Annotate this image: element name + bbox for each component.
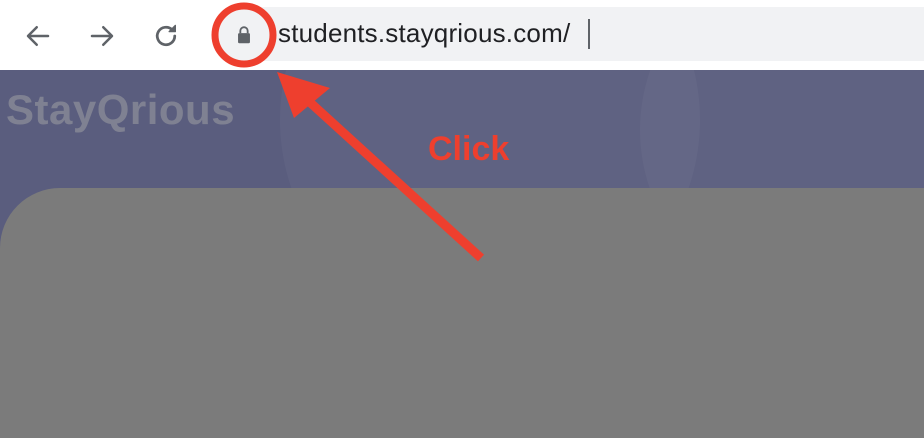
- page-content: StayQrious: [0, 70, 924, 438]
- reload-icon: [155, 24, 177, 47]
- content-card: [0, 188, 924, 438]
- site-info-button[interactable]: [229, 20, 259, 50]
- reload-button[interactable]: [144, 14, 188, 58]
- url-text[interactable]: students.stayqrious.com/: [278, 13, 570, 53]
- browser-toolbar: students.stayqrious.com/: [0, 0, 924, 70]
- back-button[interactable]: [16, 14, 60, 58]
- text-caret: [588, 19, 590, 49]
- stayqrious-logo: StayQrious: [6, 86, 236, 133]
- arrow-right-icon: [90, 26, 114, 46]
- forward-button[interactable]: [80, 14, 124, 58]
- lock-icon: [238, 26, 250, 44]
- arrow-left-icon: [26, 26, 50, 46]
